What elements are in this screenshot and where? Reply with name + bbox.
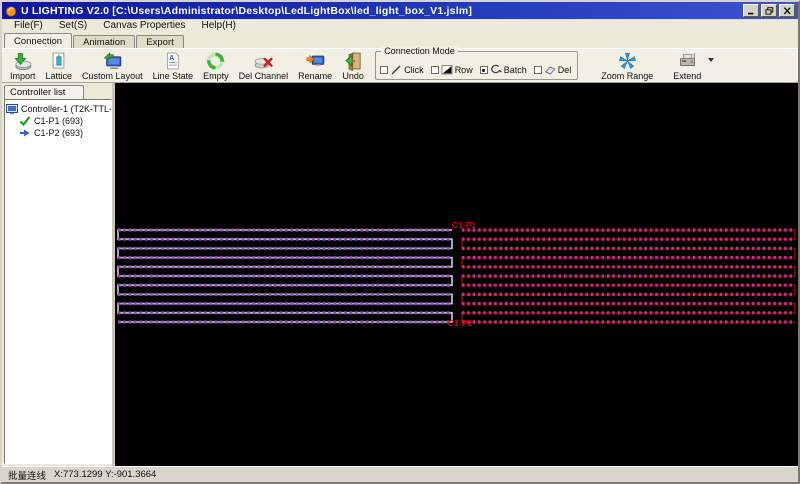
connection-mode-option-label: Batch — [503, 65, 527, 75]
menu-help[interactable]: Help(H) — [194, 19, 244, 33]
row-icon — [441, 64, 453, 76]
import-button[interactable]: Import — [5, 49, 41, 82]
port-start-label-c1-p1: C1-P1 — [452, 220, 476, 230]
tree-item-c1-p2[interactable]: C1-P2 (693) — [19, 127, 110, 139]
tree-root-label: Controller-1 (T2K-TTL-UDC) — [21, 104, 112, 114]
batch-icon — [490, 64, 502, 76]
rename-button[interactable]: Rename — [293, 49, 337, 82]
connection-mode-option-label: Click — [404, 65, 424, 75]
connection-mode-group: Connection Mode Click Row Batch Del — [375, 46, 579, 80]
toolbar-button-label: Zoom Range — [601, 71, 654, 81]
controller-list-panel: Controller list Controller-1 (T2K-TTL-UD… — [2, 83, 112, 466]
toolbar-button-label: Extend — [673, 71, 702, 81]
radio-batch[interactable] — [479, 66, 488, 74]
restore-button[interactable] — [761, 4, 777, 17]
toolbar-button-label: Import — [10, 71, 36, 81]
toolbar-button-label: Undo — [342, 71, 364, 81]
app-window: U LIGHTING V2.0 [C:\Users\Administrator\… — [0, 0, 800, 484]
radio-click[interactable] — [380, 66, 389, 74]
controller-tree: Controller-1 (T2K-TTL-UDC) C1-P1 (693)C1… — [4, 99, 112, 464]
tab-connection[interactable]: Connection — [4, 33, 73, 48]
undo-button[interactable]: Undo — [337, 49, 369, 82]
custom-layout-icon — [101, 50, 123, 71]
connection-mode-options: Click Row Batch Del — [380, 64, 571, 76]
undo-icon — [342, 50, 364, 71]
toolbar-button-label: Lattice — [45, 71, 73, 81]
tree-root-controller[interactable]: Controller-1 (T2K-TTL-UDC) — [6, 103, 112, 115]
status-bar: 批量连线 X:773.1299 Y:-901.3664 — [2, 466, 798, 482]
toolbar-button-label: Line State — [152, 71, 194, 81]
zoom-range-icon — [616, 50, 638, 71]
toolbar-right-buttons: Zoom Range Extend — [596, 49, 715, 82]
minimize-button[interactable] — [743, 4, 759, 17]
main-area: Controller list Controller-1 (T2K-TTL-UD… — [2, 83, 798, 466]
tree-item-c1-p1[interactable]: C1-P1 (693) — [19, 115, 110, 127]
del-channel-button[interactable]: Del Channel — [234, 49, 294, 82]
toolbar: Import Lattice Custom Layout A Line State Emp… — [2, 46, 798, 83]
tree-children: C1-P1 (693) C1-P2 (693) — [19, 115, 110, 139]
close-button[interactable] — [779, 4, 795, 17]
port-start-label-c1-p2: C1-P2 — [448, 318, 472, 328]
toolbar-button-label: Empty — [203, 71, 229, 81]
rename-icon — [304, 50, 326, 71]
controller-list-tab[interactable]: Controller list — [4, 85, 84, 99]
window-title: U LIGHTING V2.0 [C:\Users\Administrator\… — [21, 4, 473, 17]
extend-button[interactable]: Extend — [668, 49, 706, 82]
connection-mode-option-label: Del — [557, 65, 572, 75]
status-mode: 批量连线 — [8, 470, 47, 482]
toolbar-button-label: Custom Layout — [82, 71, 143, 81]
click-icon — [390, 64, 402, 76]
import-icon — [12, 50, 34, 71]
layout-canvas[interactable]: C1-P1 C1-P2 — [115, 83, 798, 466]
toolbar-button-label: Del Channel — [238, 71, 289, 81]
controller-icon — [6, 103, 18, 115]
connection-mode-option-row[interactable]: Row — [430, 64, 473, 76]
del-channel-icon — [252, 50, 274, 71]
toolbar-buttons: Import Lattice Custom Layout A Line State Emp… — [5, 49, 369, 82]
custom-layout-button[interactable]: Custom Layout — [77, 49, 148, 82]
tab-export[interactable]: Export — [136, 35, 184, 48]
toolbar-button-label: Rename — [298, 71, 333, 81]
menu-canvas-properties[interactable]: Canvas Properties — [95, 19, 193, 33]
connection-mode-option-click[interactable]: Click — [380, 64, 424, 76]
empty-icon — [205, 50, 227, 71]
status-coordinates: X:773.1299 Y:-901.3664 — [54, 469, 157, 480]
check-icon — [19, 115, 31, 127]
app-icon — [5, 5, 17, 17]
led-wiring-svg: C1-P1 C1-P2 — [117, 220, 796, 328]
connection-mode-option-del[interactable]: Del — [533, 64, 572, 76]
connection-mode-title: Connection Mode — [381, 46, 458, 56]
arrow-icon — [19, 127, 31, 139]
extend-dropdown-arrow[interactable] — [708, 57, 715, 62]
svg-text:A: A — [170, 54, 175, 62]
line-state-button[interactable]: A Line State — [148, 49, 199, 82]
connection-mode-option-label: Row — [454, 65, 473, 75]
empty-button[interactable]: Empty — [198, 49, 234, 82]
menu-file[interactable]: File(F) — [6, 19, 51, 33]
menu-set[interactable]: Set(S) — [51, 19, 95, 33]
connection-mode-option-batch[interactable]: Batch — [479, 64, 527, 76]
radio-del[interactable] — [533, 66, 542, 74]
tree-item-label: C1-P2 (693) — [34, 128, 84, 138]
zoom-range-button[interactable]: Zoom Range — [596, 49, 658, 82]
lattice-icon — [48, 50, 70, 71]
line-state-icon: A — [162, 50, 184, 71]
extend-icon — [676, 50, 698, 71]
title-bar: U LIGHTING V2.0 [C:\Users\Administrator\… — [2, 2, 798, 19]
lattice-button[interactable]: Lattice — [41, 49, 78, 82]
radio-row[interactable] — [430, 66, 439, 74]
tab-animation[interactable]: Animation — [73, 35, 136, 48]
tree-item-label: C1-P1 (693) — [34, 116, 84, 126]
del-icon — [544, 64, 556, 76]
menu-bar: File(F) Set(S) Canvas Properties Help(H) — [2, 19, 798, 33]
